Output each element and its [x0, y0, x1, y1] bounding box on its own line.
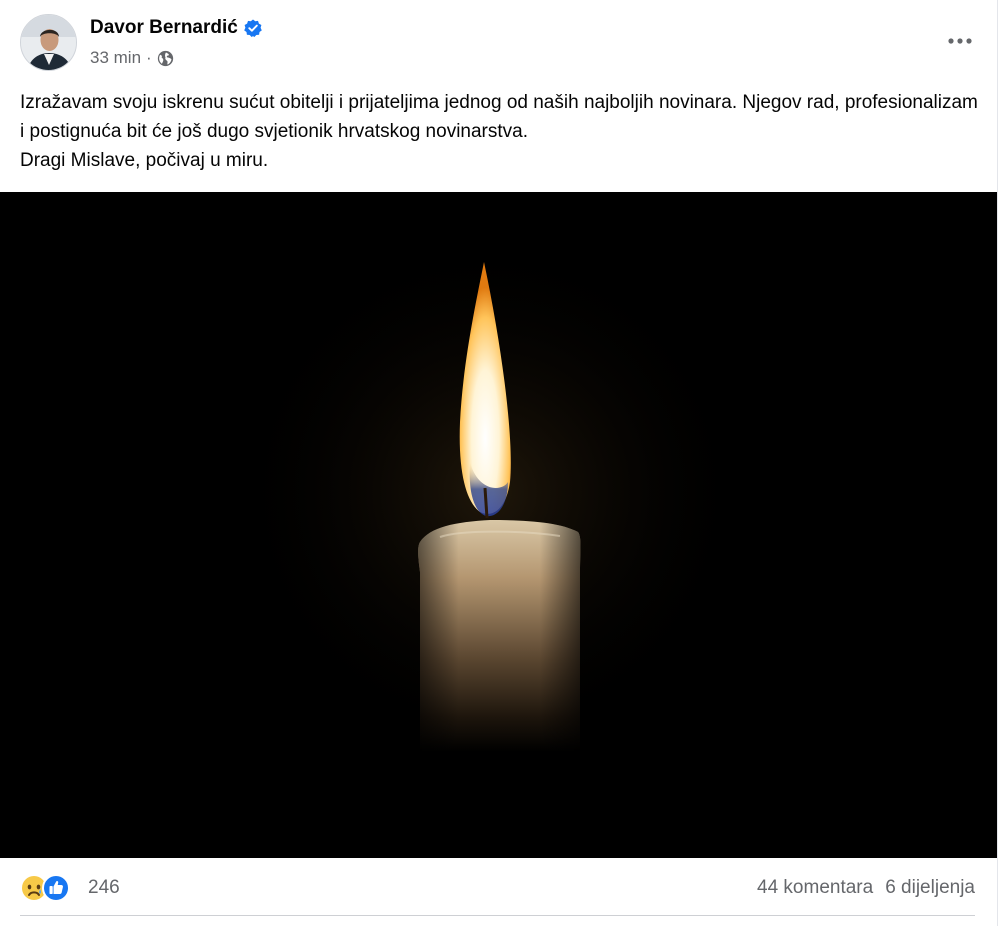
- like-reaction-icon: [42, 874, 70, 902]
- author-photo: [21, 15, 76, 70]
- reactions-summary[interactable]: 246: [20, 874, 120, 902]
- post-timestamp[interactable]: 33 min: [90, 48, 141, 68]
- engagement-stats: 44 komentara 6 dijeljenja: [757, 877, 975, 899]
- post-photo[interactable]: [0, 192, 997, 858]
- post-text-paragraph: Dragi Mislave, počivaj u miru.: [20, 150, 269, 171]
- reaction-count: 246: [88, 877, 120, 898]
- author-name: Davor Bernardić: [90, 17, 238, 38]
- shares-count-link[interactable]: 6 dijeljenja: [885, 877, 975, 899]
- more-options-button[interactable]: [940, 26, 980, 56]
- post-text-paragraph: Izražavam svoju iskrenu sućut obitelji i…: [20, 92, 978, 142]
- post-header: Davor Bernardić 33 min ·: [20, 14, 980, 74]
- footer-divider: [20, 915, 975, 916]
- post-footer: 246 44 komentara 6 dijeljenja: [20, 862, 975, 916]
- more-options-icon: [948, 38, 972, 44]
- verified-badge-icon: [244, 19, 262, 37]
- candle-image: [0, 192, 997, 858]
- author-name-link[interactable]: Davor Bernardić: [90, 17, 262, 39]
- reaction-icons: [20, 874, 76, 902]
- globe-icon[interactable]: [157, 50, 174, 67]
- comments-count-link[interactable]: 44 komentara: [757, 877, 873, 899]
- facebook-post: Davor Bernardić 33 min · Izražavam svoju…: [0, 0, 1000, 926]
- avatar[interactable]: [20, 14, 77, 71]
- post-text: Izražavam svoju iskrenu sućut obitelji i…: [20, 88, 980, 175]
- meta-separator: ·: [146, 48, 152, 67]
- post-meta: 33 min ·: [90, 48, 174, 68]
